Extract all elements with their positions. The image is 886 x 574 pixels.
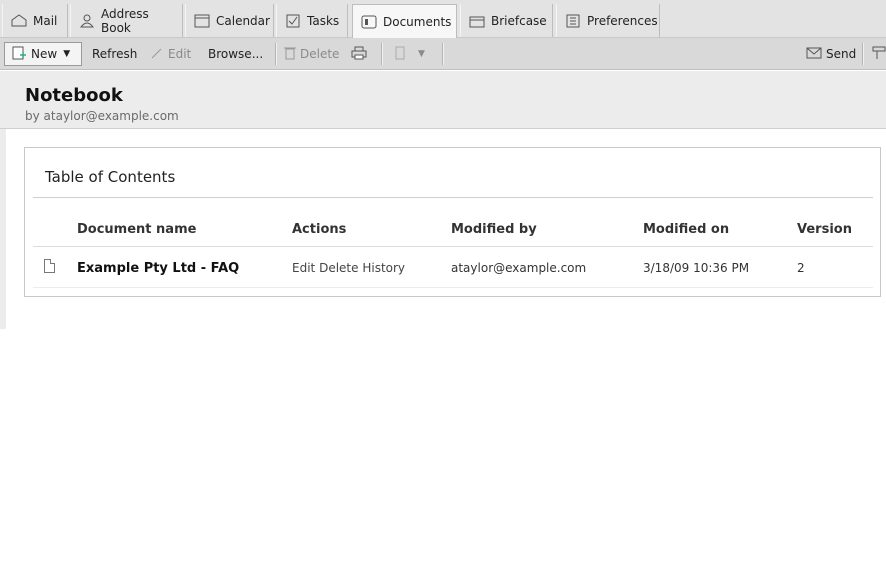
- row-actions: Edit Delete History: [292, 261, 405, 275]
- delete-label: Delete: [300, 47, 340, 61]
- refresh-label: Refresh: [92, 47, 138, 61]
- toolbar-separator: [862, 43, 864, 65]
- tab-label: Calendar: [216, 13, 270, 28]
- column-header-modified-on[interactable]: Modified on: [643, 222, 729, 237]
- chevron-down-icon[interactable]: ▼: [63, 49, 70, 59]
- toolbar-separator: [381, 43, 383, 65]
- app-tab-bar: Mail Address Book Calendar Tasks Documen…: [0, 0, 886, 38]
- divider: [33, 197, 873, 198]
- column-header-actions: Actions: [292, 222, 347, 237]
- tab-label: Mail: [33, 13, 58, 28]
- envelope-icon: [806, 47, 822, 62]
- version-value: 2: [797, 261, 805, 275]
- document-name-link[interactable]: Example Pty Ltd - FAQ: [77, 261, 239, 276]
- tab-mail[interactable]: Mail: [2, 4, 68, 37]
- delete-link[interactable]: Delete: [319, 261, 358, 275]
- notebook-owner: by ataylor@example.com: [25, 109, 179, 123]
- left-edge-strip: [0, 129, 6, 329]
- page-title: Notebook: [25, 85, 123, 106]
- tasks-icon: [285, 14, 301, 28]
- edit-link[interactable]: Edit: [292, 261, 315, 275]
- document-icon: [44, 259, 55, 273]
- tab-address-book[interactable]: Address Book: [70, 4, 183, 37]
- tab-tasks[interactable]: Tasks: [276, 4, 348, 37]
- edit-label: Edit: [168, 47, 192, 61]
- browse-button[interactable]: Browse...: [208, 44, 263, 64]
- table-of-contents-panel: Table of Contents Document name Actions …: [24, 147, 881, 297]
- column-header-document-name[interactable]: Document name: [77, 222, 196, 237]
- tab-preferences[interactable]: Preferences: [556, 4, 660, 37]
- modified-on-value: 3/18/09 10:36 PM: [643, 261, 750, 275]
- send-label: Send: [826, 47, 857, 61]
- edit-button[interactable]: Edit: [150, 44, 191, 64]
- print-button[interactable]: [351, 44, 367, 64]
- detach-icon: [872, 46, 886, 63]
- calendar-icon: [194, 14, 210, 28]
- mail-icon: [11, 13, 27, 28]
- printer-icon: [351, 46, 367, 63]
- divider: [33, 287, 873, 288]
- tag-button[interactable]: ▼: [394, 44, 425, 64]
- address-book-icon: [79, 14, 95, 28]
- trash-icon: [284, 46, 296, 63]
- tab-label: Documents: [383, 14, 452, 29]
- preferences-icon: [565, 14, 581, 28]
- tab-label: Preferences: [587, 13, 658, 28]
- documents-icon: [361, 15, 377, 29]
- divider: [33, 246, 873, 247]
- modified-by-value: ataylor@example.com: [451, 261, 587, 275]
- toolbar-separator: [275, 43, 277, 65]
- delete-button[interactable]: Delete: [284, 44, 339, 64]
- document-toolbar: New ▼ Refresh Edit Browse... Delete ▼ Se…: [0, 38, 886, 70]
- refresh-button[interactable]: Refresh: [92, 44, 137, 64]
- column-header-modified-by[interactable]: Modified by: [451, 222, 537, 237]
- new-button[interactable]: New ▼: [4, 42, 82, 66]
- new-button-label: New: [31, 47, 58, 61]
- toc-title: Table of Contents: [45, 168, 176, 186]
- tab-briefcase[interactable]: Briefcase: [460, 4, 553, 37]
- briefcase-icon: [469, 14, 485, 28]
- new-document-icon: [11, 46, 27, 63]
- browse-label: Browse...: [208, 47, 264, 61]
- detach-button[interactable]: [872, 44, 886, 64]
- send-button[interactable]: Send: [806, 44, 856, 64]
- tab-label: Briefcase: [491, 13, 547, 28]
- chevron-down-icon[interactable]: ▼: [418, 49, 425, 59]
- toolbar-separator: [442, 43, 444, 65]
- column-header-version[interactable]: Version: [797, 222, 852, 237]
- tab-calendar[interactable]: Calendar: [185, 4, 274, 37]
- tab-label: Address Book: [101, 6, 149, 35]
- tab-label: Tasks: [307, 13, 340, 28]
- tab-documents[interactable]: Documents: [352, 4, 457, 38]
- history-link[interactable]: History: [362, 261, 405, 275]
- tag-icon: [394, 46, 406, 63]
- pencil-icon: [150, 47, 164, 62]
- notebook-header: Notebook by ataylor@example.com: [0, 71, 886, 129]
